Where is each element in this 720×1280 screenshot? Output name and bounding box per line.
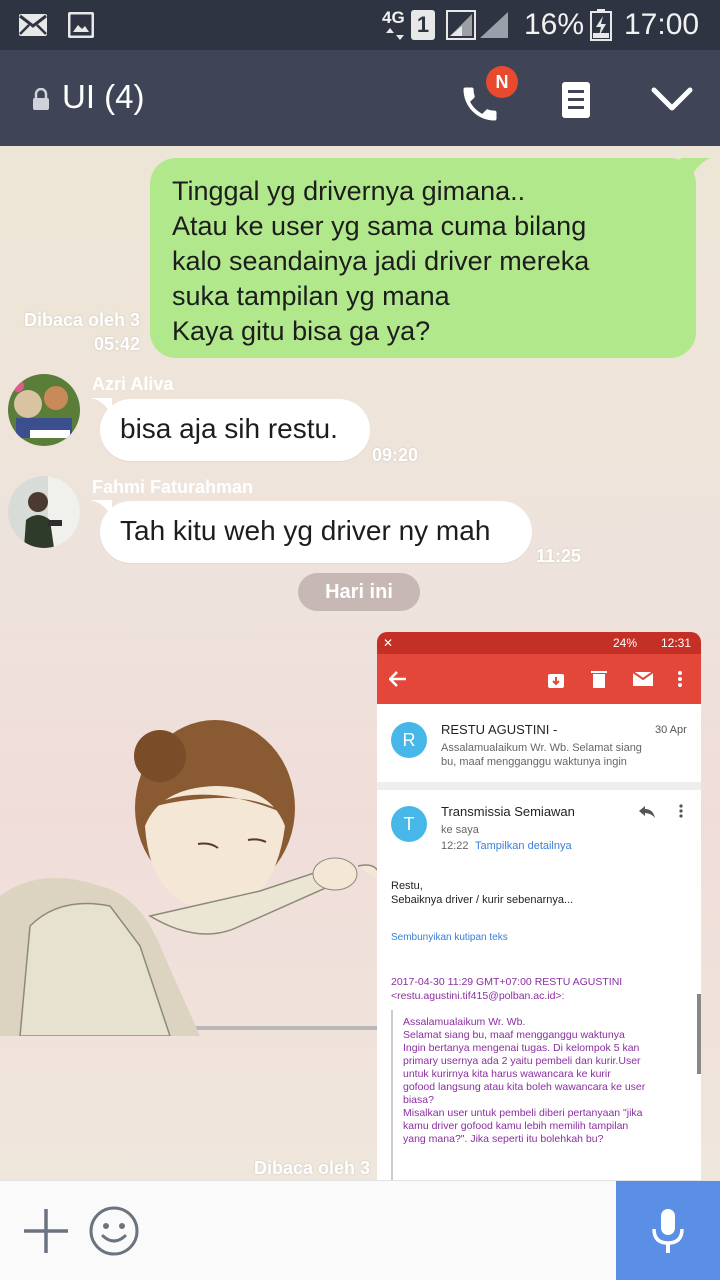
email-date: 30 Apr (655, 724, 687, 736)
message-line: suka tampilan yg mana (172, 281, 450, 311)
archive-icon (548, 674, 564, 688)
incoming-message[interactable]: Tah kitu weh yg driver ny mah (100, 501, 532, 563)
email-preview: bu, maaf mengganggu waktunya ingin (441, 756, 627, 768)
chat-area[interactable]: Tinggal yg drivernya gimana.. Atau ke us… (0, 146, 720, 1180)
menu-toggle-button[interactable] (648, 80, 696, 120)
message-line: Atau ke user yg sama cuma bilang (172, 211, 587, 241)
attach-button[interactable] (20, 1205, 72, 1257)
notes-icon (562, 82, 590, 118)
divider (377, 782, 701, 790)
status-bar: 4G 1 16% 17:00 (0, 0, 720, 50)
emoji-button[interactable] (88, 1205, 140, 1257)
sender-name: Azri Aliva (92, 374, 174, 394)
screenshot-toolbar (377, 654, 701, 704)
trash-icon (591, 671, 607, 688)
quote-header: <restu.agustini.tif415@polban.ac.id>: (391, 990, 565, 1002)
quote-bar (391, 1010, 393, 1180)
avatar[interactable] (8, 476, 80, 548)
screenshot-status-icon: ✕ (383, 636, 394, 650)
quote-line: biasa? (403, 1094, 434, 1106)
battery-percent: 16% (524, 8, 585, 41)
chevron-down-icon (651, 87, 693, 111)
chat-header: UI (4) N (0, 50, 720, 146)
mail-icon (633, 672, 653, 686)
sender-avatar: T (391, 806, 427, 842)
quote-line: Selamat siang bu, maaf mengganggu waktun… (403, 1029, 625, 1041)
bubble-tail (680, 158, 710, 182)
outgoing-message[interactable]: Tinggal yg drivernya gimana.. Atau ke us… (150, 158, 696, 358)
email-greeting: Restu, (391, 880, 423, 892)
message-time: 05:42 (93, 334, 140, 354)
incoming-message[interactable]: bisa aja sih restu. (100, 399, 370, 461)
avatar[interactable] (8, 374, 80, 446)
lock-icon (33, 88, 49, 110)
voice-message-button[interactable] (616, 1181, 720, 1280)
plus-icon (24, 1209, 68, 1253)
email-recipient: ke saya (441, 824, 479, 836)
date-divider: Hari ini (298, 573, 420, 611)
network-type: 4G (382, 8, 405, 27)
data-arrows-icon (386, 28, 404, 40)
quote-header: 2017-04-30 11:29 GMT+07:00 RESTU AGUSTIN… (391, 976, 623, 988)
email-sender: RESTU AGUSTINI - (441, 722, 558, 737)
message-line: Tinggal yg drivernya gimana.. (172, 176, 526, 206)
reply-icon (639, 806, 655, 818)
screenshot-status-bar: ✕ 24% 12:31 (377, 632, 701, 654)
quote-line: untuk kurirnya kita harus wawancara ke k… (403, 1068, 611, 1080)
quote-line: Misalkan user untuk pembeli diberi perta… (403, 1107, 643, 1119)
quote-line: gofood langsung atau kita boleh wawancar… (403, 1081, 646, 1093)
clock: 17:00 (624, 8, 700, 41)
details-link: Tampilkan detailnya (475, 840, 572, 852)
screenshot-email-body: R RESTU AGUSTINI - 30 Apr Assalamualaiku… (377, 704, 701, 1180)
email-sender: Transmissia Semiawan (441, 804, 575, 819)
read-receipt: Dibaca oleh 3 (23, 310, 140, 330)
message-line: kalo seandainya jadi driver mereka (172, 246, 590, 276)
image-icon (68, 12, 94, 38)
chat-title[interactable]: UI (4) (62, 78, 145, 116)
screenshot-scrollbar (697, 994, 701, 1074)
email-time: 12:22 (441, 840, 469, 852)
sender-name: Fahmi Faturahman (92, 477, 254, 497)
read-receipt: Dibaca oleh 3 (253, 1158, 370, 1178)
message-input-bar (0, 1180, 720, 1280)
mail-icon (19, 14, 47, 36)
notification-badge: N (486, 66, 518, 98)
emoji-icon (89, 1206, 139, 1256)
screenshot-time: 12:31 (661, 636, 692, 650)
quote-line: yang mana?". Jika seperti itu bolehkah b… (403, 1133, 604, 1145)
back-arrow-icon (389, 671, 406, 687)
more-vert-icon (678, 671, 682, 687)
hide-quote-link: Sembunyikan kutipan teks (391, 932, 508, 943)
sender-avatar: R (391, 722, 427, 758)
message-time: 09:20 (372, 445, 419, 465)
quote-line: Assalamualaikum Wr. Wb. (403, 1016, 526, 1028)
screenshot-battery: 24% (613, 636, 638, 650)
email-preview: Assalamualaikum Wr. Wb. Selamat siang (441, 742, 642, 754)
sim-indicator: 1 (411, 10, 435, 40)
quote-line: Ingin bertanya mengenai tugas. Di kelomp… (403, 1042, 640, 1054)
signal-icon (446, 10, 508, 40)
microphone-icon (652, 1209, 684, 1253)
email-text: Sebaiknya driver / kurir sebenarnya... (391, 894, 574, 906)
quote-line: kamu driver gofood kamu lebih memilih ta… (403, 1120, 629, 1132)
message-line: Kaya gitu bisa ga ya? (172, 316, 431, 346)
quote-line: primary usernya ada 2 yaitu pembeli dan … (403, 1055, 641, 1067)
battery-charging-icon (590, 9, 612, 41)
notes-button[interactable] (556, 78, 596, 122)
message-time: 11:25 (536, 546, 582, 566)
call-button[interactable]: N (456, 66, 518, 126)
wallpaper-illustration (0, 720, 380, 1036)
more-vert-icon (679, 804, 683, 818)
image-message[interactable]: ✕ 24% 12:31 R RESTU AGUSTINI - 30 Apr As… (377, 632, 701, 1180)
